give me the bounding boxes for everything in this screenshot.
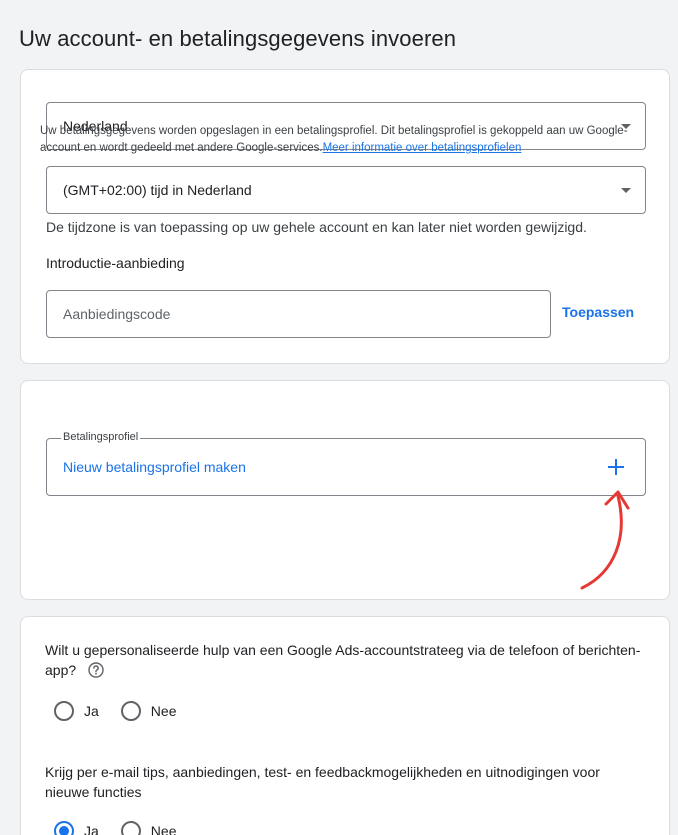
payment-profiles-info-link[interactable]: Meer informatie over betalingsprofielen bbox=[323, 142, 522, 154]
help-circle-icon[interactable] bbox=[88, 662, 104, 678]
preferences-card: Wilt u gepersonaliseerde hulp van een Go… bbox=[20, 616, 670, 835]
timezone-helper-text: De tijdzone is van toepassing op uw gehe… bbox=[46, 219, 587, 235]
apply-button[interactable]: Toepassen bbox=[562, 304, 634, 320]
radio-label: Ja bbox=[84, 703, 99, 719]
payment-profile-select[interactable]: Betalingsprofiel Nieuw betalingsprofiel … bbox=[46, 431, 646, 496]
caret-down-icon bbox=[621, 188, 631, 193]
radio-circle[interactable] bbox=[120, 701, 141, 721]
radio-label: Nee bbox=[150, 823, 177, 835]
strategist-help-text: Wilt u gepersonaliseerde hulp van een Go… bbox=[45, 642, 641, 678]
strategist-help-question: Wilt u gepersonaliseerde hulp van een Go… bbox=[45, 640, 645, 680]
page-title: Uw account- en betalingsgegevens invoere… bbox=[19, 26, 457, 51]
email-tips-options: Ja Nee bbox=[54, 821, 198, 835]
page: Uw account- en betalingsgegevens invoere… bbox=[0, 0, 678, 835]
timezone-value: (GMT+02:00) tijd in Nederland bbox=[63, 182, 252, 198]
payment-profile-card: Betalingsprofiel Nieuw betalingsprofiel … bbox=[20, 380, 670, 600]
strategist-help-yes-radio[interactable]: Ja bbox=[54, 701, 99, 721]
new-payment-profile-link[interactable]: Nieuw betalingsprofiel maken bbox=[63, 459, 246, 475]
radio-circle[interactable] bbox=[120, 821, 141, 835]
radio-label: Nee bbox=[150, 703, 177, 719]
radio-circle[interactable] bbox=[54, 701, 74, 721]
promo-code-input[interactable] bbox=[46, 290, 551, 338]
email-tips-question: Krijg per e-mail tips, aanbiedingen, tes… bbox=[45, 764, 600, 800]
intro-offer-label: Introductie-aanbieding bbox=[46, 255, 185, 271]
radio-circle-checked[interactable] bbox=[54, 821, 74, 835]
radio-label: Ja bbox=[84, 823, 99, 835]
strategist-help-no-radio[interactable]: Nee bbox=[120, 701, 177, 721]
plus-icon[interactable] bbox=[607, 458, 625, 476]
strategist-help-options: Ja Nee bbox=[54, 701, 198, 721]
email-tips-yes-radio[interactable]: Ja bbox=[54, 821, 99, 835]
account-settings-card: Nederland (GMT+02:00) tijd in Nederland … bbox=[20, 69, 670, 364]
payment-profile-legend: Betalingsprofiel bbox=[61, 431, 141, 443]
payment-profile-helper: Uw betalingsgegevens worden opgeslagen i… bbox=[40, 123, 630, 157]
email-tips-no-radio[interactable]: Nee bbox=[120, 821, 177, 835]
timezone-select[interactable]: (GMT+02:00) tijd in Nederland bbox=[46, 166, 646, 214]
